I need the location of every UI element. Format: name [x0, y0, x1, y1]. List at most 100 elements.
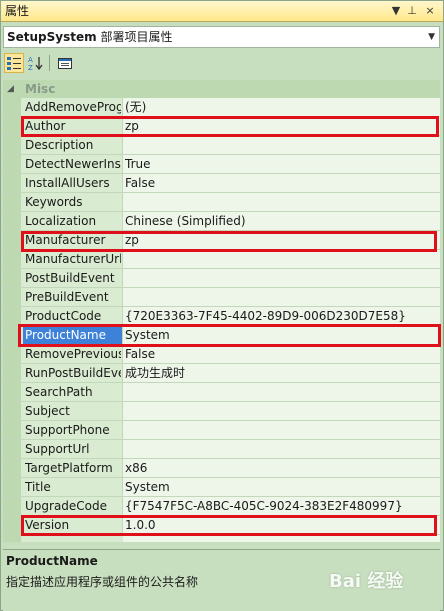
property-value[interactable]: False [125, 174, 437, 193]
property-row[interactable]: Manufacturer zp [3, 231, 440, 250]
window-menu-dropdown-icon[interactable]: ▼ [388, 1, 404, 21]
properties-window: 属性 ▼ ⊥ × SetupSystem 部署项目属性 ▼ A Z ◢ Misc… [0, 0, 444, 611]
property-name[interactable]: SupportUrl [25, 440, 121, 459]
property-row[interactable]: UpgradeCode {F7547F5C-A8BC-405C-9024-383E… [3, 497, 440, 516]
object-selector[interactable]: SetupSystem 部署项目属性 ▼ [3, 26, 440, 48]
property-name[interactable]: ProductCode [25, 307, 121, 326]
column-divider[interactable] [122, 459, 123, 477]
property-name[interactable]: DetectNewerInst [25, 155, 121, 174]
column-divider[interactable] [122, 497, 123, 515]
property-name[interactable]: RunPostBuildEve [25, 364, 121, 383]
property-row[interactable]: DetectNewerInst True [3, 155, 440, 174]
property-name[interactable]: TargetPlatform [25, 459, 121, 478]
column-divider[interactable] [122, 193, 123, 211]
column-divider[interactable] [122, 117, 123, 135]
property-row[interactable]: SupportPhone [3, 421, 440, 440]
property-row[interactable]: SearchPath [3, 383, 440, 402]
property-row[interactable]: Author zp [3, 117, 440, 136]
property-row[interactable]: Description [3, 136, 440, 155]
column-divider[interactable] [122, 440, 123, 458]
column-divider[interactable] [122, 136, 123, 154]
column-divider[interactable] [122, 288, 123, 306]
column-divider[interactable] [122, 212, 123, 230]
column-divider[interactable] [122, 421, 123, 439]
column-divider[interactable] [122, 478, 123, 496]
property-name[interactable]: Localization [25, 212, 121, 231]
property-name[interactable]: PreBuildEvent [25, 288, 121, 307]
property-value[interactable]: System [125, 478, 437, 497]
property-name[interactable]: Version [25, 516, 121, 535]
property-name[interactable]: ProductName [23, 326, 122, 345]
property-row[interactable]: PreBuildEvent [3, 288, 440, 307]
property-name[interactable]: Manufacturer [25, 231, 121, 250]
property-value[interactable]: 1.0.0 [125, 516, 437, 535]
property-value[interactable]: x86 [125, 459, 437, 478]
title-bar: 属性 ▼ ⊥ × [1, 1, 443, 22]
property-name[interactable]: SupportPhone [25, 421, 121, 440]
property-row[interactable]: InstallAllUsers False [3, 174, 440, 193]
property-name[interactable]: SearchPath [25, 383, 121, 402]
column-divider[interactable] [122, 250, 123, 268]
property-value[interactable]: False [125, 345, 437, 364]
property-value[interactable]: True [125, 155, 437, 174]
property-grid[interactable]: ◢ Misc AddRemoveProg (无) Author zp Descripti… [3, 80, 440, 542]
property-value[interactable]: zp [125, 231, 437, 250]
property-name[interactable]: ManufacturerUrl [25, 250, 121, 269]
property-value[interactable]: {F7547F5C-A8BC-405C-9024-383E2F480997} [125, 497, 437, 516]
property-row[interactable]: Keywords [3, 193, 440, 212]
column-divider[interactable] [122, 345, 123, 363]
expand-triangle-icon[interactable]: ◢ [7, 80, 14, 98]
property-name[interactable]: Description [25, 136, 121, 155]
category-row-misc[interactable]: ◢ Misc [3, 80, 440, 98]
property-name[interactable]: UpgradeCode [25, 497, 121, 516]
column-divider[interactable] [122, 231, 123, 249]
property-row[interactable]: Version 1.0.0 [3, 516, 440, 535]
property-row[interactable]: RemovePrevious False [3, 345, 440, 364]
property-row[interactable]: Title System [3, 478, 440, 497]
property-row[interactable]: ProductName System [3, 326, 440, 345]
property-value[interactable]: {720E3363-7F45-4402-89D9-006D230D7E58} [125, 307, 437, 326]
property-row[interactable]: ManufacturerUrl [3, 250, 440, 269]
column-divider[interactable] [122, 269, 123, 287]
property-value[interactable]: zp [125, 117, 437, 136]
chevron-down-icon[interactable]: ▼ [428, 27, 435, 47]
property-name[interactable]: AddRemoveProg [25, 98, 121, 117]
property-row[interactable]: SupportUrl [3, 440, 440, 459]
property-row[interactable]: AddRemoveProg (无) [3, 98, 440, 117]
property-pages-icon [58, 58, 72, 69]
pin-icon[interactable]: ⊥ [404, 1, 420, 21]
column-divider[interactable] [122, 383, 123, 401]
property-pages-button[interactable] [55, 53, 75, 73]
column-divider[interactable] [122, 364, 123, 382]
property-row[interactable]: RunPostBuildEve 成功生成时 [3, 364, 440, 383]
property-name[interactable]: Keywords [25, 193, 121, 212]
categorized-button[interactable] [4, 53, 24, 73]
property-name[interactable]: Title [25, 478, 121, 497]
categorized-icon [7, 57, 21, 70]
description-text: 指定描述应用程序或组件的公共名称 [6, 575, 199, 589]
column-divider[interactable] [122, 516, 123, 534]
property-value[interactable]: 成功生成时 [125, 364, 437, 383]
column-divider[interactable] [122, 174, 123, 192]
property-name[interactable]: Subject [25, 402, 121, 421]
property-value[interactable]: (无) [125, 98, 437, 117]
column-divider[interactable] [122, 98, 123, 116]
alphabetical-button[interactable]: A Z [26, 53, 46, 73]
property-row[interactable]: ProductCode {720E3363-7F45-4402-89D9-006D… [3, 307, 440, 326]
svg-text:Z: Z [28, 64, 33, 71]
close-icon[interactable]: × [422, 1, 438, 21]
property-name[interactable]: PostBuildEvent [25, 269, 121, 288]
column-divider[interactable] [122, 307, 123, 325]
property-row[interactable]: PostBuildEvent [3, 269, 440, 288]
property-name[interactable]: Author [25, 117, 121, 136]
property-row[interactable]: TargetPlatform x86 [3, 459, 440, 478]
column-divider[interactable] [122, 326, 123, 344]
property-row[interactable]: Localization Chinese (Simplified) [3, 212, 440, 231]
property-name[interactable]: InstallAllUsers [25, 174, 121, 193]
property-value[interactable]: System [125, 326, 437, 345]
column-divider[interactable] [122, 155, 123, 173]
property-name[interactable]: RemovePrevious [25, 345, 121, 364]
column-divider[interactable] [122, 402, 123, 420]
property-row[interactable]: Subject [3, 402, 440, 421]
property-value[interactable]: Chinese (Simplified) [125, 212, 437, 231]
